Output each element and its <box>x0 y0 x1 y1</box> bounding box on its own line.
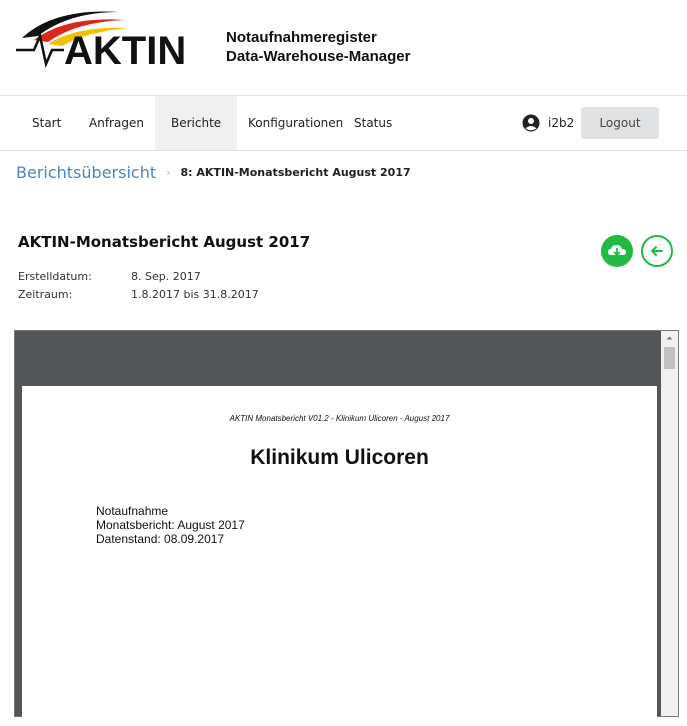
pdf-line-datastand: Datenstand: 08.09.2017 <box>96 532 225 546</box>
pdf-page: AKTIN Monatsbericht V01.2 - Klinikum Uli… <box>22 386 657 726</box>
svg-text:AKTIN: AKTIN <box>64 29 186 72</box>
arrow-left-icon <box>651 246 663 256</box>
header: AKTIN Notaufnahmeregister Data-Warehouse… <box>0 0 687 95</box>
scroll-up-icon[interactable] <box>661 331 678 345</box>
nav-status[interactable]: Status <box>338 96 408 150</box>
created-label: Erstelldatum: <box>18 270 92 283</box>
nav-start[interactable]: Start <box>16 96 77 150</box>
app-title-line1: Notaufnahmeregister <box>226 29 377 46</box>
meta-period: Zeitraum: 1.8.2017 bis 31.8.2017 <box>18 288 259 301</box>
pdf-line-department: Notaufnahme <box>96 504 169 518</box>
pdf-scrollbar[interactable] <box>661 331 678 716</box>
aktin-logo: AKTIN <box>16 11 186 72</box>
meta-created: Erstelldatum: 8. Sep. 2017 <box>18 270 201 283</box>
report-title: AKTIN-Monatsbericht August 2017 <box>18 233 311 251</box>
breadcrumb-separator: › <box>166 166 171 179</box>
app-title-line2: Data-Warehouse-Manager <box>226 48 411 65</box>
logout-button[interactable]: Logout <box>581 107 659 139</box>
created-value: 8. Sep. 2017 <box>131 270 201 283</box>
period-label: Zeitraum: <box>18 288 73 301</box>
nav-anfragen[interactable]: Anfragen <box>73 96 160 150</box>
back-button[interactable] <box>641 235 673 267</box>
download-button[interactable] <box>601 235 633 267</box>
breadcrumb-current: 8: AKTIN-Monatsbericht August 2017 <box>180 166 411 179</box>
username: i2b2 <box>548 116 575 130</box>
nav-berichte[interactable]: Berichte <box>155 96 238 150</box>
period-value: 1.8.2017 bis 31.8.2017 <box>131 288 259 301</box>
pdf-viewer[interactable]: AKTIN Monatsbericht V01.2 - Klinikum Uli… <box>14 330 679 726</box>
main-nav: Start Anfragen Berichte Konfigurationen … <box>0 95 687 151</box>
breadcrumb-reports-link[interactable]: Berichtsübersicht <box>16 163 156 182</box>
user-circle-icon <box>522 114 540 132</box>
pdf-line-report: Monatsbericht: August 2017 <box>96 518 245 532</box>
breadcrumb: Berichtsübersicht › 8: AKTIN-Monatsberic… <box>16 163 411 182</box>
pdf-header: AKTIN Monatsbericht V01.2 - Klinikum Uli… <box>229 414 450 423</box>
pdf-title: Klinikum Ulicoren <box>250 446 429 469</box>
scroll-thumb[interactable] <box>664 347 675 369</box>
cloud-download-icon <box>608 245 626 257</box>
user-menu[interactable]: i2b2 <box>522 96 574 150</box>
app-title: Notaufnahmeregister Data-Warehouse-Manag… <box>226 28 410 66</box>
